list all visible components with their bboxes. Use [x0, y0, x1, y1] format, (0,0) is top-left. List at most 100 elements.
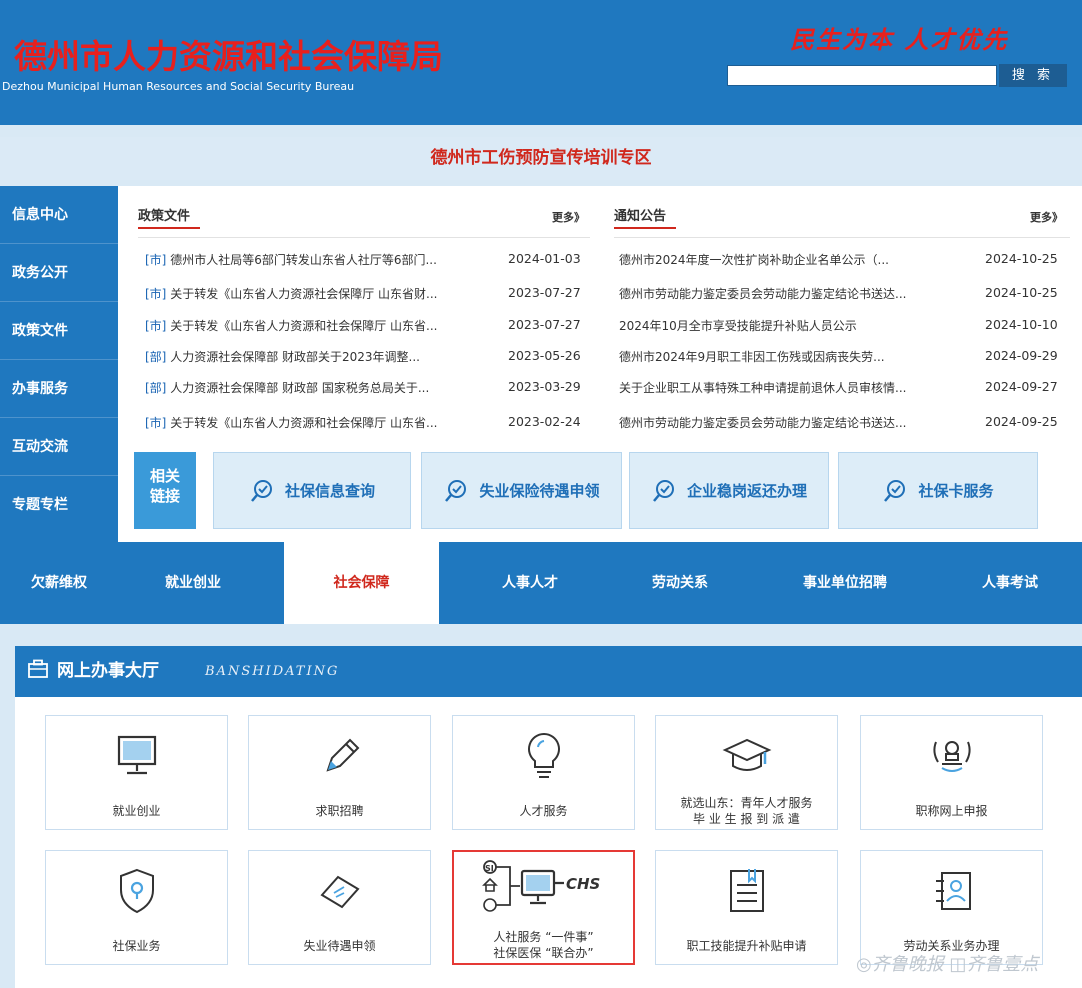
policy-row-text: 德州市人社局等6部门转发山东省人社厅等6部门... — [166, 253, 437, 267]
shield-location-icon — [119, 868, 154, 914]
search-check-icon — [884, 479, 906, 502]
service-card-label: 失业待遇申领 — [303, 939, 376, 953]
social-security-query-label: 社保信息查询 — [284, 482, 375, 500]
nav-item-interaction[interactable]: 互动交流 — [0, 418, 118, 476]
search-check-icon — [445, 479, 467, 502]
notice-row[interactable]: 关于企业职工从事特殊工种申请提前退休人员审核情... 2024-09-27 — [619, 379, 1069, 401]
service-card-label-2: 毕 业 生 报 到 派 遣 — [693, 812, 800, 826]
social-security-card-button[interactable]: 社保卡服务 — [838, 452, 1038, 529]
hall-subtitle: BANSHIDATING — [205, 664, 340, 679]
hall-heading: 网上办事大厅 — [27, 656, 159, 681]
notice-row-date: 2024-10-25 — [985, 251, 1058, 266]
tab-employment[interactable]: 就业创业 — [128, 542, 258, 624]
left-nav: 信息中心 政务公开 政策文件 办事服务 互动交流 专题专栏 — [0, 186, 118, 542]
briefcase-icon — [28, 659, 48, 678]
unemployment-benefit-button[interactable]: 失业保险待遇申领 — [421, 452, 622, 529]
notice-row-date: 2024-09-25 — [985, 414, 1058, 429]
service-card-joint-handling[interactable]: SI CHS 人社服务 “一件事” 社保医保 “联合办” — [452, 850, 635, 965]
notice-row-text: 德州市劳动能力鉴定委员会劳动能力鉴定结论书送达... — [619, 287, 907, 301]
policy-row-tag: [部] — [145, 381, 167, 395]
online-service-hall: 网上办事大厅 BANSHIDATING 就业创业 求职招聘 人才服务 就选山东：… — [15, 646, 1082, 988]
search-input[interactable] — [727, 65, 997, 86]
tab-labor-relations[interactable]: 劳动关系 — [615, 542, 745, 624]
stamp-icon — [932, 741, 971, 772]
job-stabilization-refund-label: 企业稳岗返还办理 — [686, 482, 807, 500]
policy-row[interactable]: [市] 关于转发《山东省人力资源社会保障厅 山东省财... 2023-07-27 — [145, 285, 590, 307]
notice-row-date: 2024-10-10 — [985, 317, 1058, 332]
policy-row-text: 人力资源社会保障部 财政部关于2023年调整... — [166, 350, 420, 364]
contact-list-icon — [935, 872, 971, 910]
service-card-label: 社保业务 — [112, 939, 161, 953]
nav-item-info-center[interactable]: 信息中心 — [0, 186, 118, 244]
policy-row-date: 2023-03-29 — [508, 379, 581, 394]
policy-row-date: 2023-05-26 — [508, 348, 581, 363]
service-card-social-security[interactable]: 社保业务 — [45, 850, 228, 965]
policy-row-tag: [市] — [145, 287, 167, 301]
service-card-label: 就选山东：青年人才服务 — [680, 796, 813, 810]
special-zone-banner[interactable]: 德州市工伤预防宣传培训专区 — [0, 137, 1082, 180]
notice-divider — [614, 237, 1070, 238]
policy-row[interactable]: [市] 德州市人社局等6部门转发山东省人社厅等6部门... 2024-01-03 — [145, 251, 590, 273]
service-card-unemployment-benefit[interactable]: 失业待遇申领 — [248, 850, 431, 965]
notice-row[interactable]: 德州市劳动能力鉴定委员会劳动能力鉴定结论书送达... 2024-10-25 — [619, 285, 1069, 307]
nav-item-services[interactable]: 办事服务 — [0, 360, 118, 418]
policy-row-date: 2023-07-27 — [508, 317, 581, 332]
service-card-title-application[interactable]: 职称网上申报 — [860, 715, 1043, 830]
tab-wage-arrears[interactable]: 欠薪维权 — [0, 542, 118, 624]
document-icon — [729, 869, 764, 912]
tab-personnel-talent[interactable]: 人事人才 — [465, 542, 595, 624]
nav-item-special-topics[interactable]: 专题专栏 — [0, 476, 118, 534]
notice-row-text: 关于企业职工从事特殊工种申请提前退休人员审核情... — [619, 381, 907, 395]
related-label-line2: 链接 — [149, 487, 180, 505]
notice-row[interactable]: 德州市2024年度一次性扩岗补助企业名单公示（... 2024-10-25 — [619, 251, 1069, 273]
notice-row-date: 2024-09-29 — [985, 348, 1058, 363]
social-security-query-button[interactable]: 社保信息查询 — [213, 452, 411, 529]
policy-row-text: 关于转发《山东省人力资源和社会保障厅 山东省... — [166, 319, 438, 333]
notice-row[interactable]: 2024年10月全市享受技能提升补贴人员公示 2024-10-10 — [619, 317, 1069, 339]
service-card-skill-subsidy[interactable]: 职工技能提升补贴申请 — [655, 850, 838, 965]
policy-heading[interactable]: 政策文件 — [138, 205, 200, 229]
tab-personnel-exam[interactable]: 人事考试 — [950, 542, 1070, 624]
ticket-icon — [319, 875, 360, 909]
service-card-label: 人才服务 — [519, 804, 568, 818]
tab-public-institution-recruitment[interactable]: 事业单位招聘 — [775, 542, 915, 624]
notice-row[interactable]: 德州市劳动能力鉴定委员会劳动能力鉴定结论书送达... 2024-09-25 — [619, 414, 1069, 436]
service-card-labor-relations[interactable]: 劳动关系业务办理 — [860, 850, 1043, 965]
site-header: 德州市人力资源和社会保障局 Dezhou Municipal Human Res… — [0, 0, 1082, 125]
policy-row[interactable]: [部] 人力资源社会保障部 财政部关于2023年调整... 2023-05-26 — [145, 348, 590, 370]
search-button[interactable]: 搜 索 — [999, 64, 1067, 87]
category-bar: 欠薪维权 就业创业 社会保障 人事人才 劳动关系 事业单位招聘 人事考试 — [0, 542, 1082, 624]
policy-row[interactable]: [市] 关于转发《山东省人力资源和社会保障厅 山东省... 2023-02-24 — [145, 414, 590, 436]
chs-network-icon: SI CHS — [481, 860, 600, 912]
related-label: 相关 链接 — [134, 452, 196, 529]
policy-row-tag: [市] — [145, 253, 167, 267]
nav-item-policy-docs[interactable]: 政策文件 — [0, 302, 118, 360]
tab-social-security[interactable]: 社会保障 — [284, 542, 439, 624]
policy-row[interactable]: [部] 人力资源社会保障部 财政部 国家税务总局关于... 2023-03-29 — [145, 379, 590, 401]
notice-row[interactable]: 德州市2024年9月职工非因工伤残或因病丧失劳... 2024-09-29 — [619, 348, 1069, 370]
policy-row-text: 人力资源社会保障部 财政部 国家税务总局关于... — [166, 381, 430, 395]
service-card-graduate-dispatch[interactable]: 就选山东：青年人才服务 毕 业 生 报 到 派 遣 — [655, 715, 838, 830]
search-check-icon — [653, 479, 674, 502]
policy-title: 政策文件 — [138, 209, 191, 224]
hall-title: 网上办事大厅 — [57, 661, 159, 681]
service-card-talent-service[interactable]: 人才服务 — [452, 715, 635, 830]
slogan: 民生为本 人才优先 — [790, 25, 1009, 54]
service-card-job-recruitment[interactable]: 求职招聘 — [248, 715, 431, 830]
nav-item-gov-affairs[interactable]: 政务公开 — [0, 244, 118, 302]
site-title[interactable]: 德州市人力资源和社会保障局 — [14, 30, 443, 78]
service-card-label: 职称网上申报 — [915, 804, 988, 818]
notice-heading[interactable]: 通知公告 — [614, 205, 676, 229]
notice-more-link[interactable]: 更多》 — [1030, 209, 1063, 225]
job-stabilization-refund-button[interactable]: 企业稳岗返还办理 — [629, 452, 829, 529]
service-card-employment[interactable]: 就业创业 — [45, 715, 228, 830]
lightbulb-icon — [527, 732, 560, 778]
unemployment-benefit-label: 失业保险待遇申领 — [479, 482, 600, 500]
policy-more-link[interactable]: 更多》 — [552, 209, 585, 225]
policy-underline — [138, 227, 200, 229]
service-card-label: 人社服务 “一件事” — [493, 930, 594, 944]
policy-row[interactable]: [市] 关于转发《山东省人力资源和社会保障厅 山东省... 2023-07-27 — [145, 317, 590, 339]
policy-row-text: 关于转发《山东省人力资源社会保障厅 山东省财... — [166, 287, 438, 301]
policy-row-date: 2023-02-24 — [508, 414, 581, 429]
policy-row-text: 关于转发《山东省人力资源和社会保障厅 山东省... — [166, 416, 438, 430]
